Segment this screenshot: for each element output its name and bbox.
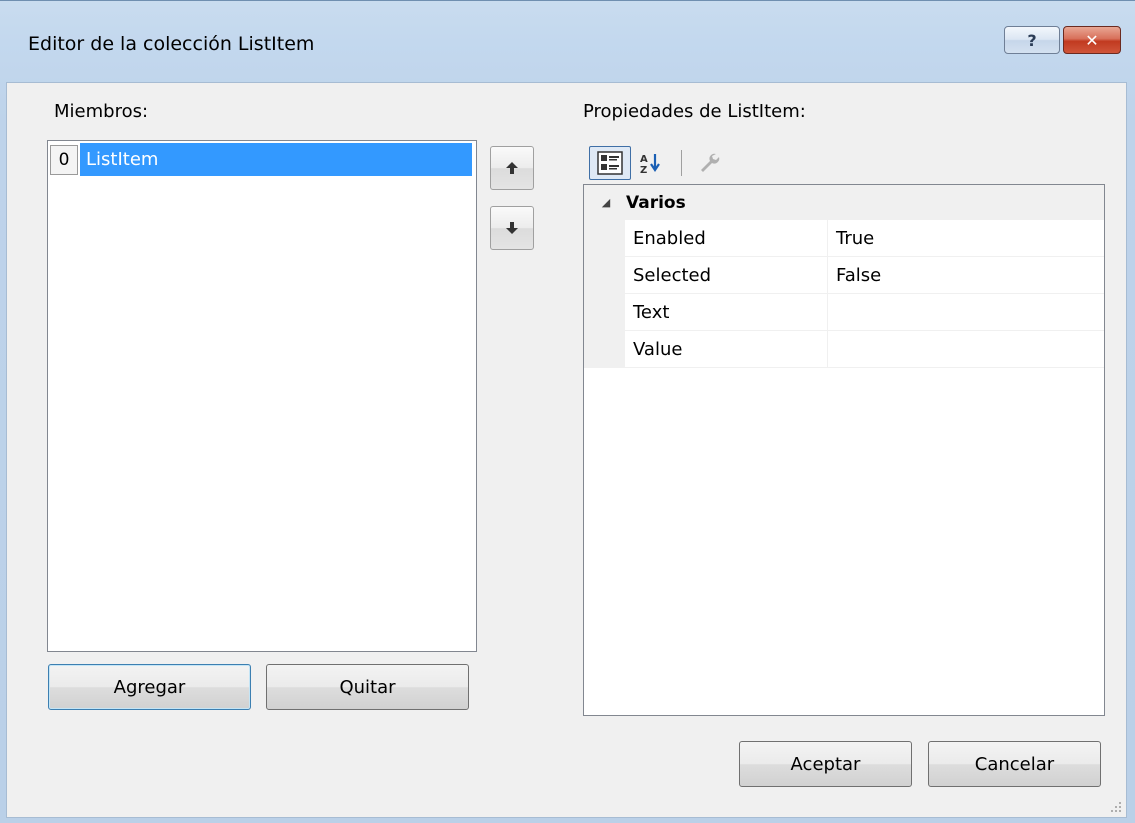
title-bar[interactable]: Editor de la colección ListItem ? ✕ [0, 2, 1135, 82]
property-name[interactable]: Selected [625, 257, 828, 294]
move-down-button[interactable] [490, 206, 534, 250]
row-gutter [584, 294, 625, 331]
row-gutter [584, 331, 625, 368]
list-item[interactable]: 0 ListItem [50, 143, 472, 176]
svg-text:A: A [640, 154, 648, 165]
remove-button[interactable]: Quitar [266, 664, 469, 710]
property-value[interactable] [828, 331, 1104, 368]
help-button[interactable]: ? [1004, 26, 1060, 54]
add-button[interactable]: Agregar [48, 664, 251, 710]
window-title: Editor de la colección ListItem [28, 33, 315, 55]
categorized-view-icon [597, 151, 623, 175]
properties-label: Propiedades de ListItem: [583, 101, 806, 122]
categorized-button[interactable] [589, 146, 631, 180]
table-row[interactable]: Enabled True [584, 220, 1104, 257]
property-value[interactable] [828, 294, 1104, 331]
row-gutter [584, 257, 625, 294]
property-grid-panel: A Z ◢ Varios Enabled True Selected False… [583, 140, 1105, 716]
property-name[interactable]: Text [625, 294, 828, 331]
members-label: Miembros: [54, 101, 149, 122]
help-icon: ? [1027, 30, 1037, 50]
wrench-icon [701, 153, 720, 172]
category-row[interactable]: ◢ Varios [584, 185, 1104, 220]
move-up-button[interactable] [490, 146, 534, 190]
property-name[interactable]: Value [625, 331, 828, 368]
toolbar-separator [681, 150, 682, 176]
ok-button[interactable]: Aceptar [739, 741, 912, 787]
member-label: ListItem [80, 143, 472, 176]
close-button[interactable]: ✕ [1063, 26, 1121, 54]
collapse-icon[interactable]: ◢ [584, 196, 618, 209]
row-gutter [584, 220, 625, 257]
property-grid[interactable]: ◢ Varios Enabled True Selected False Tex… [583, 184, 1105, 716]
property-value[interactable]: False [828, 257, 1104, 294]
property-toolbar: A Z [583, 140, 1105, 184]
arrow-up-icon [506, 162, 518, 174]
members-list[interactable]: 0 ListItem [47, 140, 477, 652]
alphabetical-sort-icon: A Z [640, 154, 660, 175]
dialog-client-area: Miembros: 0 ListItem Agregar Quitar Prop… [6, 82, 1127, 818]
member-index: 0 [50, 144, 78, 175]
arrow-down-icon [506, 222, 518, 234]
table-row[interactable]: Value [584, 331, 1104, 368]
property-pages-button[interactable] [691, 146, 727, 180]
table-row[interactable]: Selected False [584, 257, 1104, 294]
category-name: Varios [626, 192, 686, 213]
close-icon: ✕ [1085, 30, 1099, 50]
svg-text:Z: Z [640, 165, 647, 175]
cancel-button[interactable]: Cancelar [928, 741, 1101, 787]
alphabetical-button[interactable]: A Z [633, 146, 669, 180]
property-value[interactable]: True [828, 220, 1104, 257]
property-name[interactable]: Enabled [625, 220, 828, 257]
resize-grip-icon[interactable] [1110, 801, 1122, 813]
table-row[interactable]: Text [584, 294, 1104, 331]
dialog-window: Editor de la colección ListItem ? ✕ Miem… [0, 0, 1135, 823]
